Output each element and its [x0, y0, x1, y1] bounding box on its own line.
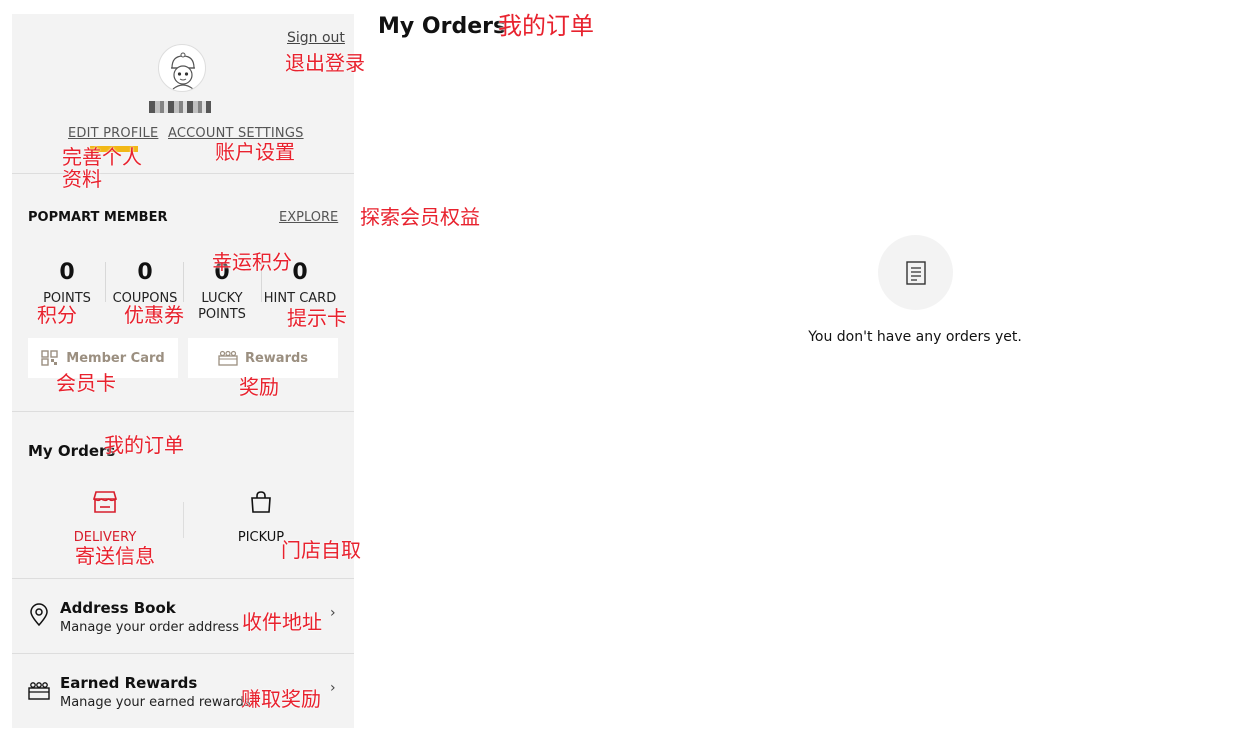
annotation-member-card: 会员卡: [56, 371, 116, 395]
page-title: My Orders: [378, 14, 507, 39]
address-book-subtitle: Manage your order address: [60, 620, 240, 635]
points-value: 0: [59, 260, 75, 285]
gift-row-icon: [28, 682, 50, 700]
annotation-my-orders: 我的订单: [104, 433, 184, 457]
avatar[interactable]: [158, 44, 206, 92]
storefront-icon: [92, 491, 118, 513]
shopping-bag-icon: [251, 491, 271, 513]
coupons-stat[interactable]: 0 COUPONS: [106, 262, 184, 307]
annotation-hint-card: 提示卡: [287, 306, 347, 330]
location-pin-icon: [30, 603, 48, 627]
empty-orders-icon-circle: [878, 235, 953, 310]
coupons-value: 0: [137, 260, 153, 285]
delivery-label: DELIVERY: [73, 530, 137, 545]
points-stat[interactable]: 0 POINTS: [28, 262, 106, 307]
my-orders-section-title: My Orders: [28, 442, 116, 460]
lucky-points-label: LUCKY POINTS: [198, 291, 246, 323]
annotation-lucky-points: 幸运积分: [212, 250, 292, 274]
chevron-right-icon: ›: [330, 605, 336, 621]
annotation-sign-out: 退出登录: [285, 51, 365, 75]
empty-orders-message: You don't have any orders yet.: [808, 329, 1022, 345]
earned-rewards-subtitle: Manage your earned rewards: [60, 695, 251, 710]
annotation-edit-profile: 完善个人资料: [62, 145, 142, 191]
qr-grid-icon: [41, 350, 58, 366]
explore-link[interactable]: EXPLORE: [279, 210, 338, 225]
annotation-delivery: 寄送信息: [75, 544, 155, 568]
gift-row-icon: [218, 350, 238, 366]
earned-rewards-title: Earned Rewards: [60, 674, 198, 692]
sign-out-link[interactable]: Sign out: [287, 30, 345, 46]
annotation-explore: 探索会员权益: [360, 205, 480, 229]
annotation-pickup: 门店自取: [281, 538, 361, 562]
annotation-account-settings: 账户设置: [215, 140, 295, 164]
annotation-coupons: 优惠券: [124, 303, 184, 327]
tab-divider: [183, 502, 184, 538]
annotation-main-title: 我的订单: [498, 12, 594, 40]
annotation-rewards: 奖励: [239, 375, 279, 399]
address-book-title: Address Book: [60, 599, 176, 617]
edit-profile-link[interactable]: EDIT PROFILE: [68, 126, 158, 141]
member-card-label: Member Card: [66, 350, 165, 366]
annotation-points: 积分: [37, 303, 77, 327]
hint-card-label: HINT CARD: [263, 291, 337, 306]
annotation-earned-rewards: 赚取奖励: [241, 687, 321, 711]
member-section-title: POPMART MEMBER: [28, 210, 168, 225]
username-redacted: [149, 101, 211, 113]
pickup-tab[interactable]: PICKUP: [206, 490, 316, 545]
rewards-label: Rewards: [244, 350, 309, 366]
divider: [12, 411, 354, 412]
document-icon: [905, 260, 926, 285]
delivery-tab[interactable]: DELIVERY: [50, 490, 160, 545]
chevron-right-icon: ›: [330, 680, 336, 696]
rewards-button[interactable]: Rewards: [188, 338, 338, 378]
avatar-character-icon: [171, 52, 195, 90]
annotation-address-book: 收件地址: [242, 610, 322, 634]
account-settings-link[interactable]: ACCOUNT SETTINGS: [168, 126, 304, 141]
